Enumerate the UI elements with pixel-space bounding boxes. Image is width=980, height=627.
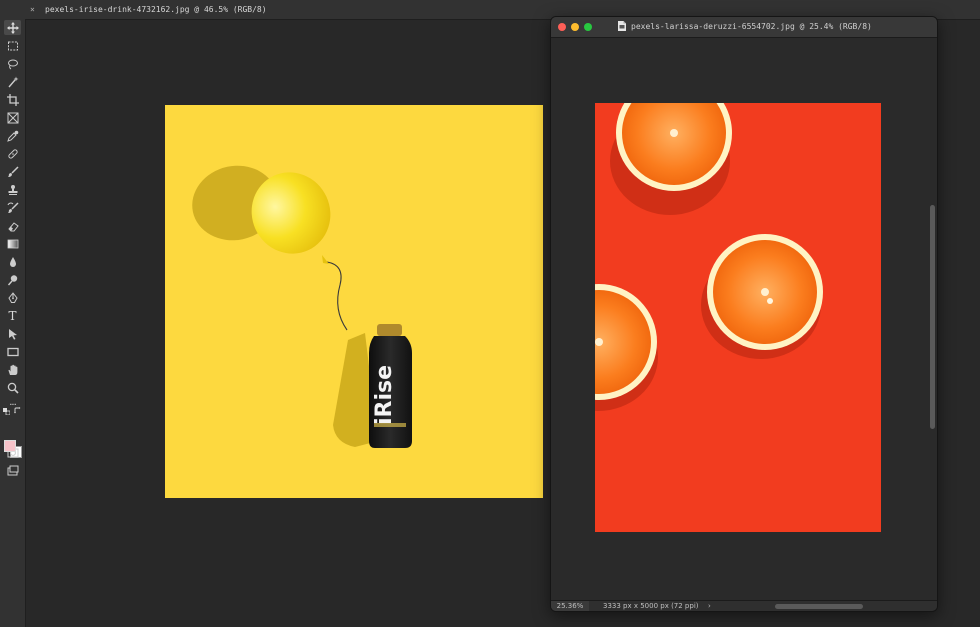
document-dimensions: 3333 px x 5000 px (72 ppi) (603, 602, 699, 610)
oranges-photo (595, 103, 881, 532)
default-colors-icon[interactable] (3, 408, 11, 417)
floating-window-title: pexels-larissa-deruzzi-6554702.jpg @ 25.… (631, 22, 872, 31)
horizontal-scroll-thumb[interactable] (775, 604, 863, 609)
type-tool-glyph: T (8, 308, 17, 323)
healing-brush-tool-icon[interactable] (4, 146, 21, 161)
marquee-tool-icon[interactable] (4, 38, 21, 53)
minimize-window-button[interactable] (571, 23, 579, 31)
frame-tool-icon[interactable] (4, 110, 21, 125)
oranges-image (595, 103, 881, 532)
screen-mode-icon[interactable] (4, 463, 21, 478)
hand-tool-icon[interactable] (4, 362, 21, 377)
close-tab-icon[interactable]: × (30, 5, 40, 14)
move-tool-icon[interactable] (4, 20, 21, 35)
eraser-tool-icon[interactable] (4, 218, 21, 233)
yellow-bottle-image: iRise (165, 105, 543, 498)
vertical-scrollbar[interactable] (928, 38, 936, 601)
tools-panel: T ··· (0, 19, 26, 627)
status-menu-arrow-icon[interactable]: › (708, 601, 711, 611)
magic-wand-tool-icon[interactable] (4, 74, 21, 89)
blur-tool-icon[interactable] (4, 254, 21, 269)
zoom-window-button[interactable] (584, 23, 592, 31)
swap-colors-icon[interactable] (14, 407, 21, 416)
close-window-button[interactable] (558, 23, 566, 31)
foreground-color-swatch[interactable] (4, 440, 16, 452)
vertical-scroll-thumb[interactable] (930, 205, 935, 429)
pen-tool-icon[interactable] (4, 290, 21, 305)
lasso-tool-icon[interactable] (4, 56, 21, 71)
irise-balloon-photo: iRise (165, 105, 543, 498)
document-tab-title: pexels-irise-drink-4732162.jpg @ 46.5% (… (45, 5, 267, 14)
gradient-tool-icon[interactable] (4, 236, 21, 251)
rectangle-tool-icon[interactable] (4, 344, 21, 359)
document-tab[interactable]: × pexels-irise-drink-4732162.jpg @ 46.5%… (28, 0, 548, 19)
zoom-level-field[interactable]: 25.36% (551, 601, 589, 611)
type-tool-icon[interactable]: T (4, 308, 21, 323)
document-file-icon (618, 21, 626, 31)
floating-window-titlebar[interactable]: pexels-larissa-deruzzi-6554702.jpg @ 25.… (551, 17, 937, 38)
bottle-label-text: iRise (372, 365, 397, 425)
floating-document-window[interactable]: pexels-larissa-deruzzi-6554702.jpg @ 25.… (550, 16, 938, 612)
path-selection-tool-icon[interactable] (4, 326, 21, 341)
dodge-tool-icon[interactable] (4, 272, 21, 287)
clone-stamp-tool-icon[interactable] (4, 182, 21, 197)
crop-tool-icon[interactable] (4, 92, 21, 107)
zoom-tool-icon[interactable] (4, 380, 21, 395)
eyedropper-tool-icon[interactable] (4, 128, 21, 143)
floating-window-statusbar: 25.36% 3333 px x 5000 px (72 ppi) › (551, 600, 937, 611)
brush-tool-icon[interactable] (4, 164, 21, 179)
history-brush-tool-icon[interactable] (4, 200, 21, 215)
